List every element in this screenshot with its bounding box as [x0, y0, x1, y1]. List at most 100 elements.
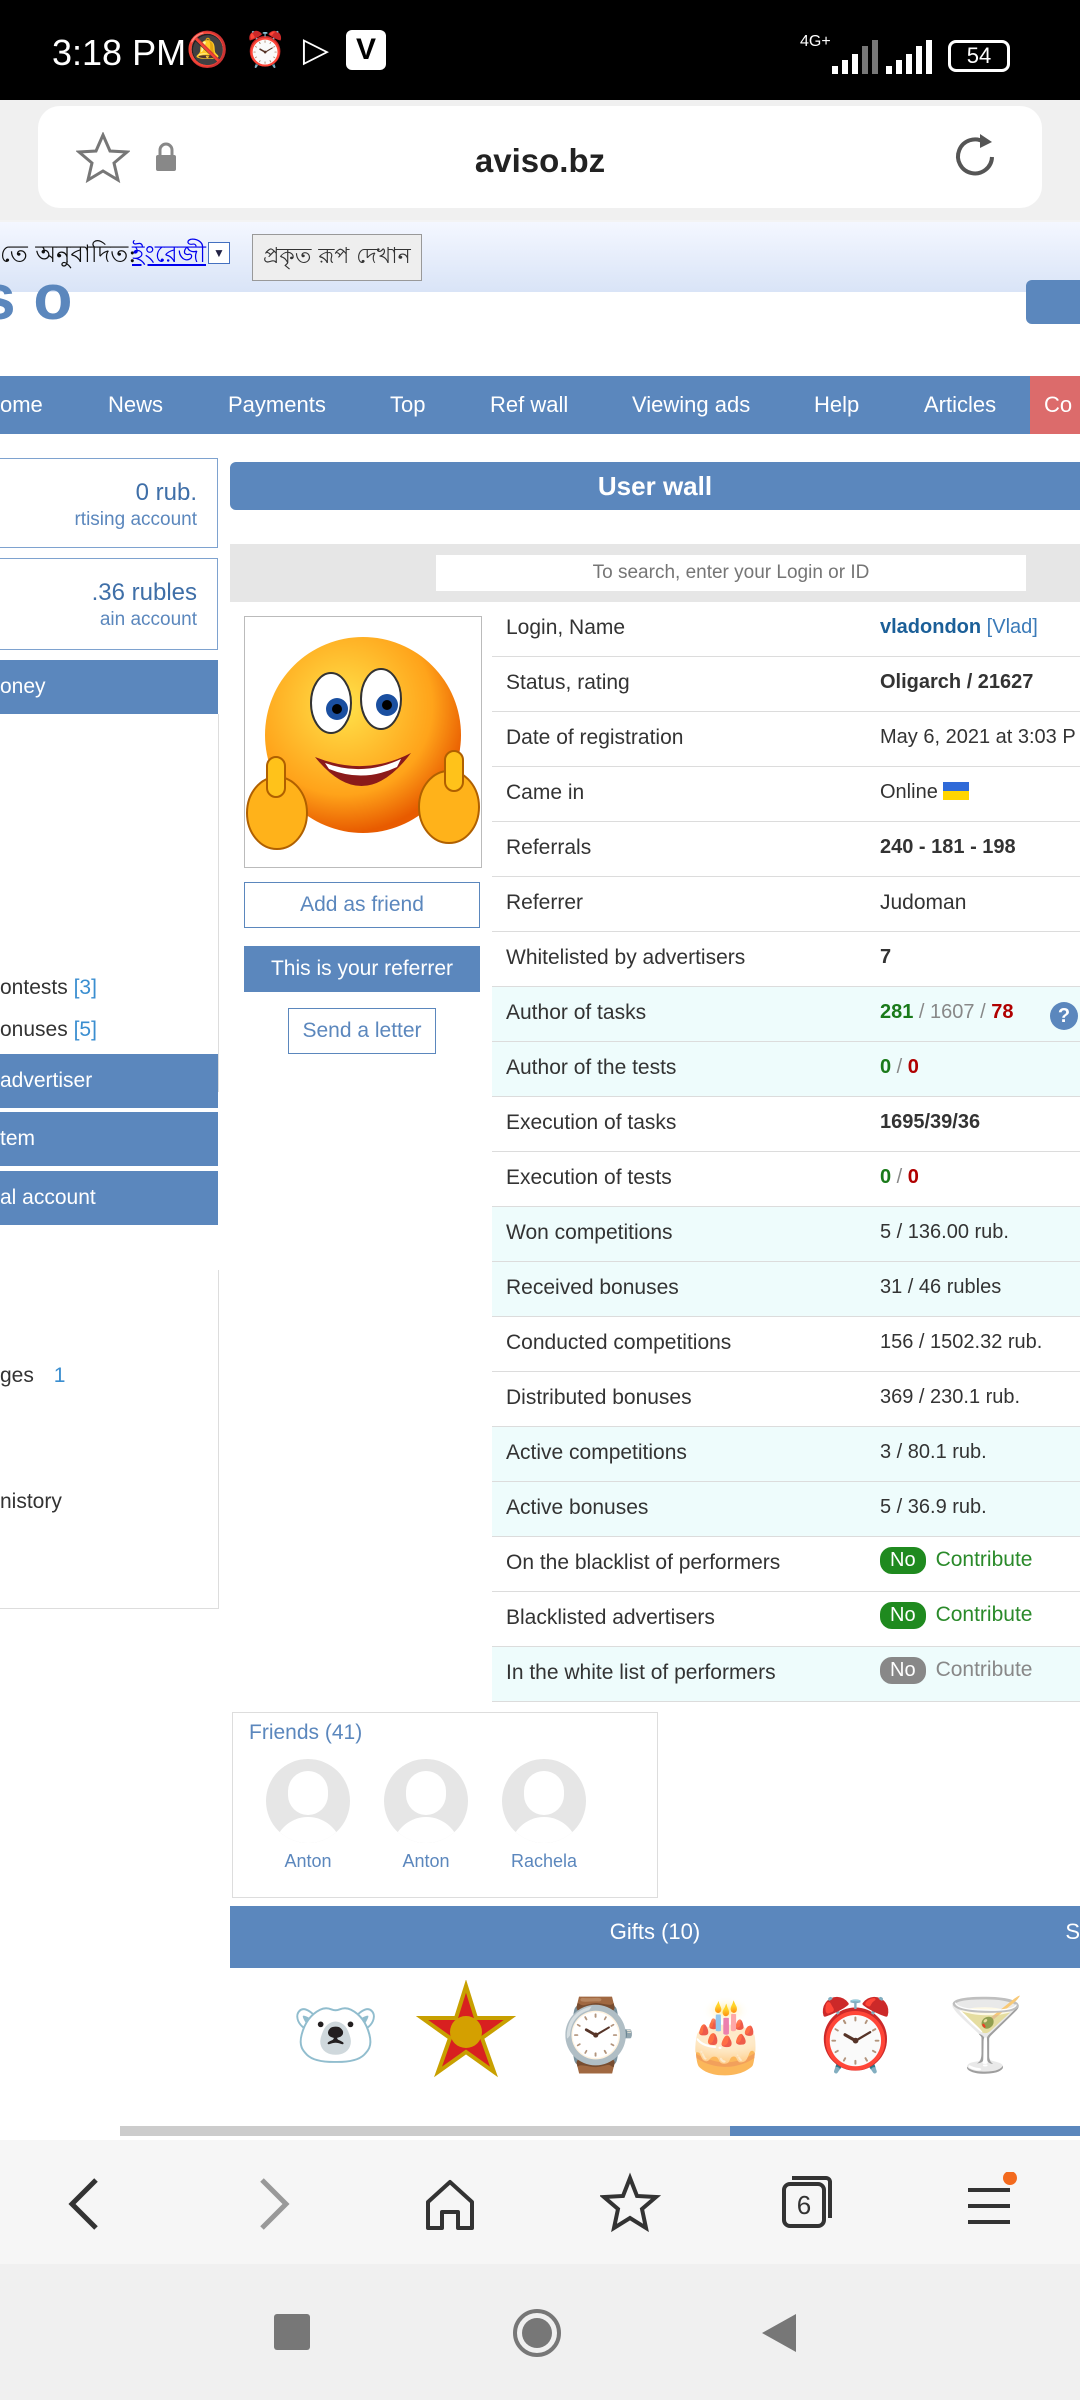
active-bon-label: Active bonuses: [506, 1496, 649, 1519]
network-type: 4G+: [800, 33, 831, 50]
friend-item[interactable]: Rachela: [499, 1759, 589, 1872]
signal-icon: [832, 40, 878, 74]
row-author-tests: Author of the tests 0 / 0: [492, 1042, 1080, 1097]
forward-icon[interactable]: [248, 2172, 298, 2236]
row-whitelisted: Whitelisted by advertisers 7: [492, 932, 1080, 987]
status-time: 3:18 PM: [52, 32, 187, 73]
referrals-value[interactable]: 240 - 181 - 198: [880, 836, 1016, 859]
your-referrer-button[interactable]: This is your referrer: [244, 946, 480, 992]
wl-perf-label: In the white list of performers: [506, 1661, 776, 1684]
home-icon[interactable]: [420, 2172, 480, 2236]
nav-ref-wall[interactable]: Ref wall: [490, 392, 568, 418]
registration-label: Date of registration: [506, 726, 684, 749]
main-account-box[interactable]: .36 rubles ain account: [0, 558, 218, 650]
nav-contests[interactable]: Co: [1030, 376, 1080, 434]
gift-order-star-icon[interactable]: [415, 1979, 517, 2090]
login-value: vladondon [Vlad]: [880, 616, 1038, 639]
nav-top[interactable]: Top: [390, 392, 425, 418]
nav-help[interactable]: Help: [814, 392, 859, 418]
friend-name: Anton: [284, 1851, 332, 1871]
translate-bar: তে অনুবাদিত: ইংরেজী ▼ প্রকৃত রূপ দেখান: [0, 222, 1080, 293]
recents-button[interactable]: [274, 2314, 310, 2350]
sidebar-money-label: oney: [0, 675, 46, 698]
status-value[interactable]: Oligarch / 21627: [880, 671, 1033, 694]
bl-adv-contribute-link[interactable]: Contribute: [936, 1603, 1033, 1626]
friends-title[interactable]: Friends (41): [249, 1721, 362, 1745]
received-label: Received bonuses: [506, 1276, 679, 1299]
gift-cat-cake-icon[interactable]: 🎂: [676, 1980, 776, 2090]
search-input[interactable]: [436, 555, 1026, 591]
signal-icon-2: [886, 40, 932, 74]
menu-icon[interactable]: [960, 2172, 1020, 2236]
bookmarks-icon[interactable]: [600, 2172, 664, 2236]
active-comp-label: Active competitions: [506, 1441, 687, 1464]
home-nav-button[interactable]: [510, 2306, 564, 2360]
gifts-edge-label[interactable]: S: [1065, 1906, 1080, 1958]
gift-wristwatch-icon[interactable]: ⌚: [546, 1980, 646, 2090]
send-letter-button[interactable]: Send a letter: [288, 1008, 436, 1054]
main-nav: ome News Payments Top Ref wall Viewing a…: [0, 376, 1080, 434]
sidebar-account-panel: [0, 1270, 219, 1609]
back-nav-button[interactable]: [756, 2310, 800, 2356]
bl-perf-value: No Contribute: [880, 1547, 1032, 1574]
came-in-value: Online: [880, 781, 970, 804]
nav-articles[interactable]: Articles: [924, 392, 996, 418]
row-status: Status, rating Oligarch / 21627: [492, 657, 1080, 712]
sidebar-advertiser[interactable]: advertiser: [0, 1054, 218, 1108]
translate-language-link[interactable]: ইংরেজী: [132, 236, 206, 276]
add-friend-button[interactable]: Add as friend: [244, 882, 480, 928]
friend-item[interactable]: Anton: [381, 1759, 471, 1872]
gift-cocktail-icon[interactable]: 🍸: [936, 1980, 1036, 2090]
tabs-count: 6: [796, 2190, 812, 2220]
login-link[interactable]: vladondon: [880, 616, 981, 638]
author-tasks-value: 281 / 1607 / 78: [880, 1001, 1013, 1024]
referrer-link[interactable]: Judoman: [880, 891, 966, 915]
tabs-button[interactable]: 6: [780, 2174, 834, 2230]
registration-value: May 6, 2021 at 3:03 P: [880, 726, 1076, 748]
friend-item[interactable]: Anton: [263, 1759, 353, 1872]
alarm-icon: ⏰: [244, 31, 287, 69]
contests-count: [3]: [73, 976, 97, 999]
nav-viewing-ads[interactable]: Viewing ads: [632, 392, 750, 418]
header-user-icon[interactable]: [1026, 280, 1080, 324]
sidebar-history[interactable]: nistory: [0, 1490, 62, 1514]
bl-adv-label: Blacklisted advertisers: [506, 1606, 715, 1629]
browser-bottom-bar: [0, 2140, 1080, 2264]
user-wall-title: User wall: [230, 462, 1080, 510]
nav-payments[interactable]: Payments: [228, 392, 326, 418]
nav-news[interactable]: News: [108, 392, 163, 418]
url-text[interactable]: aviso.bz: [38, 142, 1042, 180]
friend-name: Anton: [402, 1851, 450, 1871]
address-bar[interactable]: aviso.bz: [38, 106, 1042, 208]
sidebar-bonuses[interactable]: onuses [5]: [0, 1018, 97, 1042]
ad-account-box[interactable]: 0 rub. rtising account: [0, 458, 218, 548]
show-original-button[interactable]: প্রকৃত রূপ দেখান: [252, 234, 422, 281]
exec-tasks-label: Execution of tasks: [506, 1111, 677, 1134]
sidebar-system[interactable]: tem: [0, 1112, 218, 1166]
wl-perf-contribute-link[interactable]: Contribute: [936, 1658, 1033, 1681]
whitelisted-value[interactable]: 7: [880, 946, 891, 969]
friend-avatar-icon: [502, 1759, 586, 1843]
gifts-title[interactable]: Gifts (10): [610, 1919, 700, 1944]
referrals-label: Referrals: [506, 836, 592, 859]
active-bon-value: 5 / 36.9 rub.: [880, 1496, 987, 1518]
gift-crying-clock-icon[interactable]: ⏰: [806, 1980, 906, 2090]
horizontal-scrollbar-track[interactable]: [120, 2126, 730, 2136]
site-logo[interactable]: s o: [0, 260, 72, 334]
bl-perf-contribute-link[interactable]: Contribute: [936, 1548, 1033, 1571]
nav-home[interactable]: ome: [0, 392, 43, 418]
language-dropdown-icon[interactable]: ▼: [208, 242, 230, 264]
ad-account-amount: 0 rub.: [135, 479, 197, 506]
gift-polar-bear-icon[interactable]: 🐻‍❄️: [286, 1980, 386, 2090]
back-icon[interactable]: [60, 2172, 110, 2236]
sidebar-messages[interactable]: ges 1: [0, 1364, 65, 1388]
author-tasks-active[interactable]: 281: [880, 1001, 913, 1023]
sidebar-personal-account[interactable]: al account: [0, 1171, 218, 1225]
sidebar-contests[interactable]: ontests [3]: [0, 976, 97, 1000]
row-registration: Date of registration May 6, 2021 at 3:03…: [492, 712, 1080, 767]
main-account-amount: .36 rubles: [91, 579, 197, 606]
help-icon[interactable]: ?: [1050, 1002, 1078, 1030]
reload-icon[interactable]: [948, 130, 1002, 184]
sidebar-advertiser-label: advertiser: [0, 1069, 93, 1092]
sidebar-money[interactable]: oney: [0, 660, 218, 714]
